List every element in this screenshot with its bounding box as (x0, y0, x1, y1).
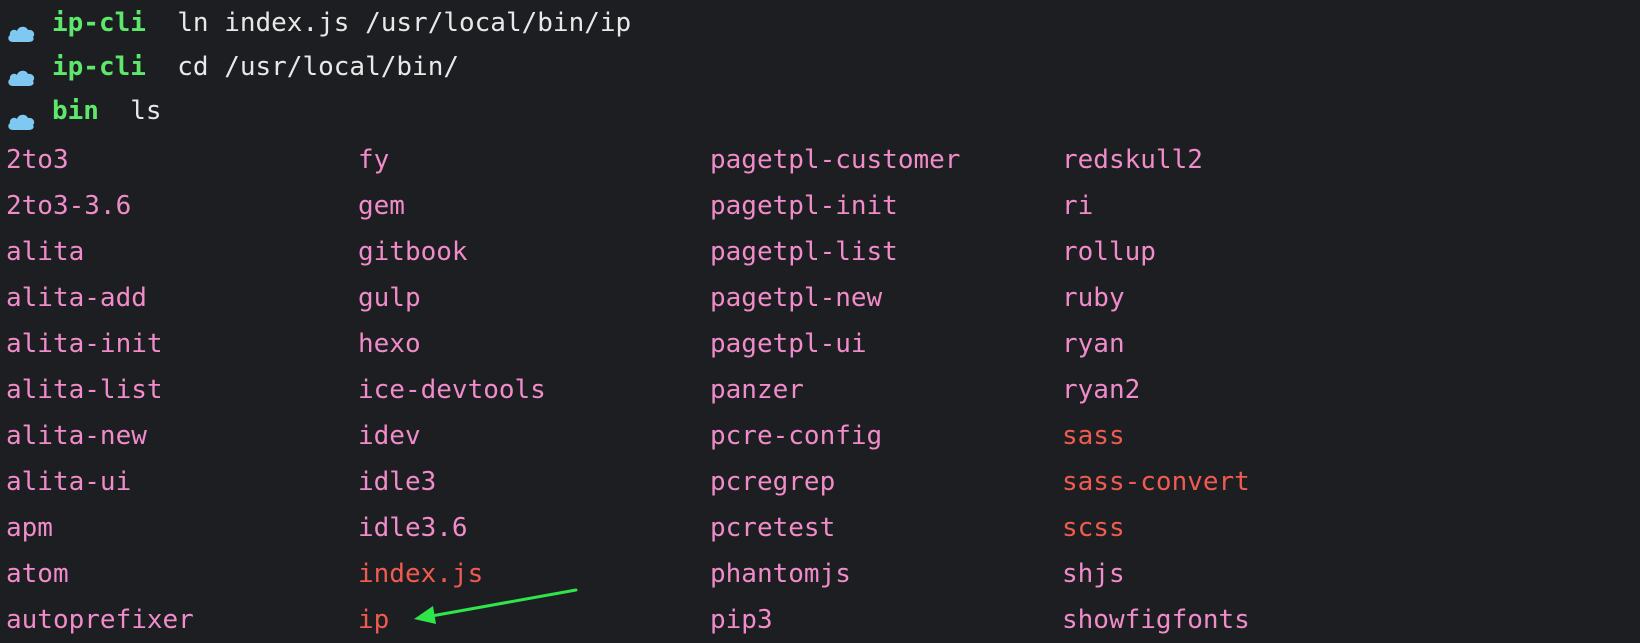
file-entry: alita-new (6, 421, 147, 451)
file-entry: ip (358, 605, 390, 635)
file-entry: gulp (358, 283, 421, 313)
file-entry: pagetpl-ui (710, 329, 867, 359)
prompt-line: bin ls (6, 88, 162, 134)
cloud-icon (6, 56, 36, 86)
terminal-window[interactable]: ip-cli ln index.js /usr/local/bin/ip ip-c… (0, 0, 1640, 642)
file-entry: sass-convert (1062, 467, 1250, 497)
file-entry: pcre-config (710, 421, 883, 451)
file-entry: idle3.6 (358, 513, 468, 543)
file-entry: sass (1062, 421, 1125, 451)
file-entry: alita-init (6, 329, 163, 359)
prompt-command: cd /usr/local/bin/ (177, 52, 459, 82)
prompt-cwd: bin (52, 96, 99, 126)
file-entry: pcregrep (710, 467, 836, 497)
ls-column: pagetpl-customer pagetpl-init pagetpl-list… (710, 137, 960, 643)
file-entry: alita-list (6, 375, 163, 405)
file-entry: autoprefixer (6, 605, 194, 635)
file-entry: alita-ui (6, 467, 132, 497)
file-entry: apm (6, 513, 53, 543)
file-entry: phantomjs (710, 559, 851, 589)
prompt-command: ls (130, 96, 162, 126)
file-entry: pip3 (710, 605, 773, 635)
file-entry: alita-add (6, 283, 147, 313)
file-entry: alita (6, 237, 85, 267)
file-entry: pcretest (710, 513, 836, 543)
file-entry: 2to3 (6, 145, 69, 175)
ls-column: fy gem gitbook gulp hexo ice-devtools idev idle… (358, 137, 546, 643)
ls-column: 2to3 2to3-3.6 alita alita-add alita-init alit… (6, 137, 194, 643)
file-entry: pagetpl-init (710, 191, 898, 221)
prompt-command: ln index.js /usr/local/bin/ip (177, 8, 632, 38)
file-entry: redskull2 (1062, 145, 1203, 175)
file-entry: idle3 (358, 467, 437, 497)
file-entry: rollup (1062, 237, 1156, 267)
file-entry: showfigfonts (1062, 605, 1250, 635)
file-entry: gitbook (358, 237, 468, 267)
file-entry: ryan2 (1062, 375, 1141, 405)
file-entry: scss (1062, 513, 1125, 543)
prompt-line: ip-cli ln index.js /usr/local/bin/ip (6, 0, 631, 46)
file-entry: gem (358, 191, 405, 221)
file-entry: fy (358, 145, 390, 175)
file-entry: atom (6, 559, 69, 589)
file-entry: ruby (1062, 283, 1125, 313)
prompt-cwd: ip-cli (52, 52, 146, 82)
prompt-line: ip-cli cd /usr/local/bin/ (6, 44, 459, 90)
ls-column: redskull2 ri rollup ruby ryan ryan2 sass sass-c… (1062, 137, 1250, 643)
file-entry: hexo (358, 329, 421, 359)
file-entry: pagetpl-list (710, 237, 898, 267)
file-entry: ice-devtools (358, 375, 546, 405)
cloud-icon (6, 100, 36, 130)
file-entry: pagetpl-new (710, 283, 883, 313)
file-entry: ryan (1062, 329, 1125, 359)
file-entry: pagetpl-customer (710, 145, 961, 175)
file-entry: index.js (358, 559, 484, 589)
file-entry: ri (1062, 191, 1094, 221)
file-entry: panzer (710, 375, 804, 405)
file-entry: 2to3-3.6 (6, 191, 132, 221)
cloud-icon (6, 12, 36, 42)
prompt-cwd: ip-cli (52, 8, 146, 38)
file-entry: idev (358, 421, 421, 451)
file-entry: shjs (1062, 559, 1125, 589)
